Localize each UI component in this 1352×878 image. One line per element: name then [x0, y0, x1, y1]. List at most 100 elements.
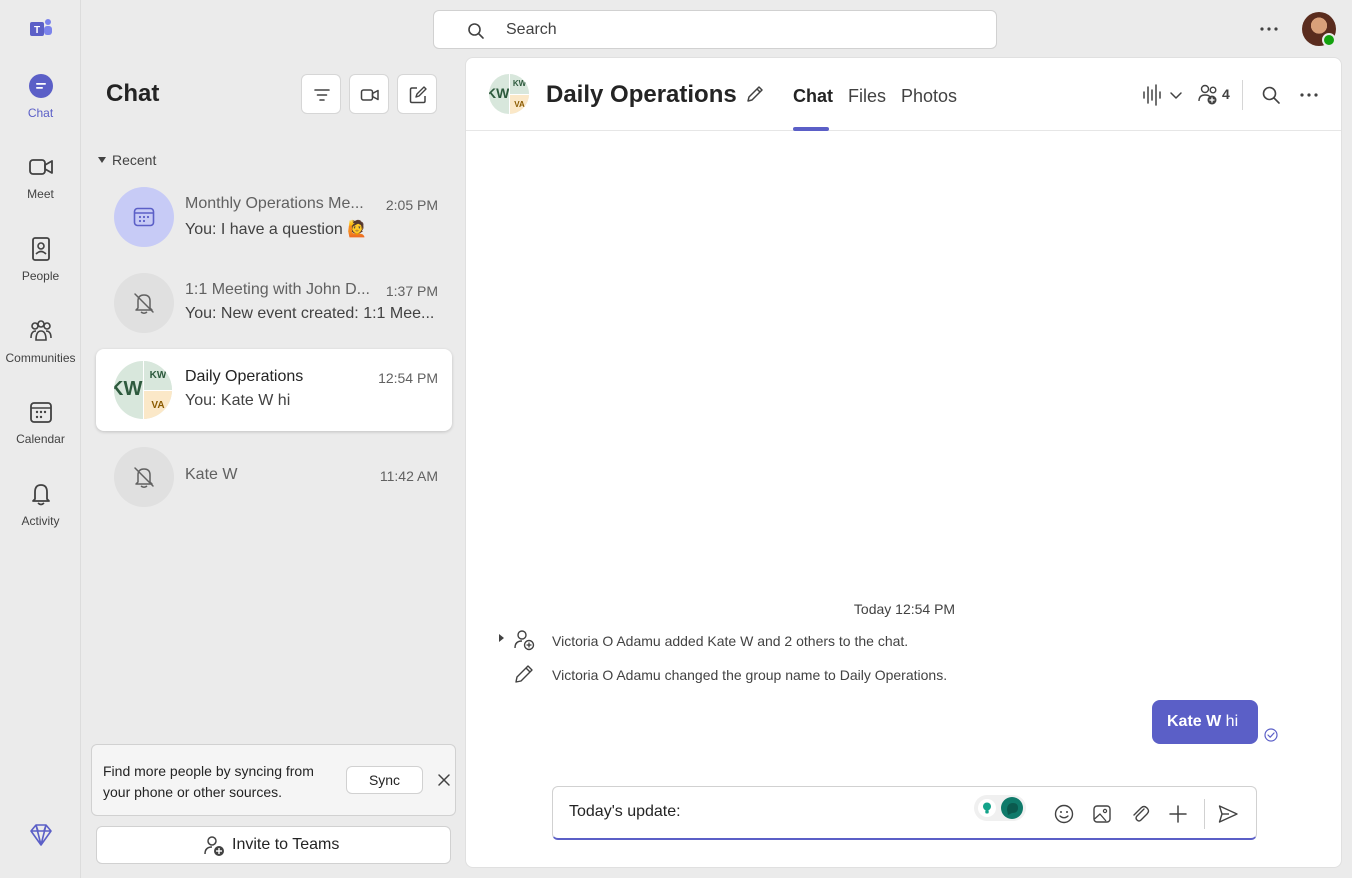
rail-label: Communities — [5, 351, 76, 365]
chat-time: 2:05 PM — [385, 197, 438, 213]
chat-icon — [28, 74, 53, 98]
meet-now-button[interactable] — [349, 74, 389, 114]
plus-icon[interactable] — [1167, 803, 1189, 825]
edit-pencil-icon[interactable] — [744, 83, 766, 105]
compose-icon — [409, 86, 427, 104]
message-timestamp: Today 12:54 PM — [853, 601, 956, 617]
communities-icon — [29, 320, 52, 341]
rail-item-chat[interactable]: Chat — [0, 72, 81, 138]
video-camera-icon — [28, 159, 53, 175]
attach-icon[interactable] — [1129, 803, 1151, 825]
chat-name: Monthly Operations Me... — [185, 195, 364, 212]
tab-photos[interactable]: Photos — [901, 86, 957, 107]
audio-call-dropdown-icon[interactable] — [1142, 84, 1186, 106]
compose-input[interactable]: Today's update: — [569, 803, 681, 821]
meeting-avatar — [114, 187, 174, 247]
muted-avatar — [114, 447, 174, 507]
conversation-title: Daily Operations — [546, 81, 737, 108]
add-person-icon — [514, 630, 535, 651]
caret-down-icon — [98, 157, 106, 163]
system-event-message: Victoria O Adamu changed the group name … — [552, 667, 948, 683]
chat-preview: You: Kate W hi — [185, 392, 291, 409]
chat-preview: You: New event created: 1:1 Mee... — [185, 305, 435, 322]
tab-files[interactable]: Files — [848, 86, 886, 107]
avatar-initials: KW — [143, 361, 172, 390]
sync-banner-text: Find more people by syncing from your ph… — [103, 763, 314, 800]
premium-diamond-icon[interactable] — [28, 822, 54, 848]
compose-divider — [1204, 799, 1205, 829]
chat-name: Kate W — [185, 466, 238, 483]
image-icon[interactable] — [1091, 803, 1113, 825]
chat-list-item[interactable]: 1:1 Meeting with John D... 1:37 PM You: … — [96, 262, 452, 344]
teams-logo-icon: T — [30, 19, 52, 36]
add-person-icon — [204, 836, 224, 856]
sync-contacts-banner: Find more people by syncing from your ph… — [91, 744, 456, 816]
expand-caret-icon[interactable] — [499, 634, 504, 642]
presence-available-badge — [1322, 33, 1336, 47]
bell-icon — [31, 484, 50, 506]
compose-box[interactable]: Today's update: — [552, 786, 1257, 840]
rail-item-meet[interactable]: Meet — [0, 153, 81, 219]
message-text: hi — [1221, 713, 1239, 730]
calendar-icon — [29, 402, 52, 423]
more-options-icon[interactable] — [1298, 84, 1320, 106]
rail-label: Chat — [27, 106, 54, 120]
rail-label: People — [21, 269, 60, 283]
people-icon — [1198, 84, 1217, 105]
rail-label: Meet — [27, 187, 54, 201]
chat-bubble-icon — [1001, 797, 1023, 819]
new-chat-button[interactable] — [397, 74, 437, 114]
close-icon[interactable] — [436, 772, 452, 788]
lightbulb-icon — [978, 799, 996, 817]
more-options-icon[interactable] — [1256, 18, 1282, 40]
app-rail: T Chat Meet People Communities Calendar … — [0, 0, 81, 878]
chat-time: 11:42 AM — [379, 468, 438, 484]
tab-chat[interactable]: Chat — [793, 86, 833, 107]
participants-count: 4 — [1222, 86, 1230, 102]
rail-item-people[interactable]: People — [0, 235, 81, 301]
emoji-icon[interactable] — [1053, 803, 1075, 825]
message-mention: Kate W — [1167, 713, 1222, 730]
chat-list-item[interactable]: Monthly Operations Me... 2:05 PM You: I … — [96, 176, 452, 258]
video-camera-icon — [360, 89, 379, 101]
rail-label: Activity — [21, 514, 60, 528]
contact-book-icon — [31, 237, 50, 261]
invite-label: Invite to Teams — [232, 836, 340, 853]
seen-check-icon — [1264, 728, 1278, 742]
rail-item-calendar[interactable]: Calendar — [0, 398, 81, 464]
chat-preview: You: I have a question 🙋 — [185, 221, 368, 238]
header-divider — [1242, 80, 1243, 110]
conversation-header: KW KW VA Daily Operations Chat Files Pho… — [466, 58, 1341, 131]
chat-time: 1:37 PM — [385, 283, 438, 299]
filter-button[interactable] — [301, 74, 341, 114]
participants-button[interactable]: 4 — [1198, 83, 1234, 107]
avatar-initials: KW — [489, 85, 510, 101]
rail-item-activity[interactable]: Activity — [0, 480, 81, 546]
rail-label: Calendar — [16, 432, 65, 446]
avatar-initials: VA — [509, 94, 529, 114]
search-icon — [468, 23, 484, 39]
rail-item-communities[interactable]: Communities — [0, 317, 81, 383]
recent-section-header[interactable]: Recent — [98, 152, 156, 168]
copilot-suggestion-pill[interactable] — [974, 795, 1026, 821]
chat-time: 12:54 PM — [378, 370, 438, 386]
edit-pencil-icon — [515, 665, 533, 683]
recent-label: Recent — [112, 152, 157, 168]
send-icon[interactable] — [1217, 803, 1239, 825]
invite-to-teams-button[interactable]: Invite to Teams — [96, 826, 451, 864]
filter-icon — [314, 89, 330, 101]
search-icon[interactable] — [1261, 85, 1281, 105]
sent-message-bubble[interactable]: Kate W hi — [1152, 700, 1258, 744]
chat-list-item[interactable]: Kate W 11:42 AM — [96, 436, 452, 518]
system-event-message: Victoria O Adamu added Kate W and 2 othe… — [552, 633, 909, 649]
muted-avatar — [114, 273, 174, 333]
conversation-panel: KW KW VA Daily Operations Chat Files Pho… — [465, 57, 1342, 868]
chat-list-item[interactable]: KW KW VA Daily Operations 12:54 PM You: … — [96, 349, 452, 431]
avatar-initials: KW — [114, 378, 143, 400]
search-box[interactable]: Search — [433, 10, 997, 49]
calendar-icon — [133, 207, 155, 227]
sync-button[interactable]: Sync — [346, 766, 423, 794]
bell-off-icon — [134, 293, 154, 314]
active-tab-indicator — [793, 127, 829, 131]
bell-off-icon — [134, 467, 154, 488]
